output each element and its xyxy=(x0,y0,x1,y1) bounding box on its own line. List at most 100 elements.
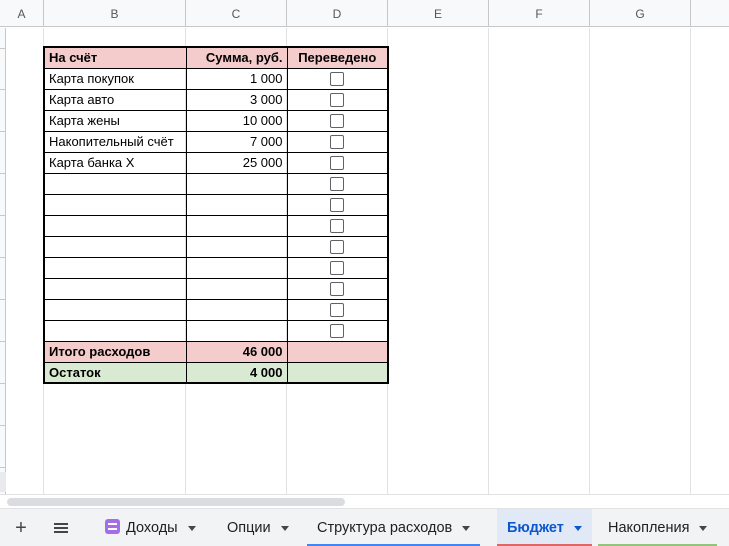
header-amount-cell[interactable]: Сумма, руб. xyxy=(185,46,288,69)
header-transferred-cell[interactable]: Переведено xyxy=(286,46,389,69)
amount-cell[interactable] xyxy=(185,256,288,279)
transferred-checkbox[interactable] xyxy=(330,261,345,276)
chevron-down-icon[interactable] xyxy=(187,525,196,531)
transferred-checkbox[interactable] xyxy=(330,324,345,339)
sheet-list-icon xyxy=(105,519,120,534)
scrollbar-thumb[interactable] xyxy=(7,498,345,506)
table-row xyxy=(43,193,389,216)
account-cell[interactable]: Накопительный счёт xyxy=(43,130,187,153)
chevron-down-icon[interactable] xyxy=(699,525,708,531)
table-header-row: На счёт Сумма, руб. Переведено xyxy=(43,46,389,69)
transferred-checkbox[interactable] xyxy=(330,303,345,318)
transferred-checkbox[interactable] xyxy=(330,93,345,108)
amount-cell[interactable]: 7 000 xyxy=(185,130,288,153)
row-divider xyxy=(0,425,6,426)
account-cell[interactable] xyxy=(43,298,187,321)
row-header-strip[interactable] xyxy=(0,28,6,494)
amount-cell[interactable] xyxy=(185,319,288,342)
total-amount-cell[interactable]: 46 000 xyxy=(185,340,288,363)
remainder-empty-cell[interactable] xyxy=(286,361,389,384)
transferred-cell xyxy=(286,277,389,300)
transferred-checkbox[interactable] xyxy=(330,156,345,171)
gridline xyxy=(690,28,691,494)
transferred-checkbox[interactable] xyxy=(330,282,345,297)
transferred-cell xyxy=(286,256,389,279)
column-header-c[interactable]: C xyxy=(186,0,287,27)
amount-cell[interactable]: 3 000 xyxy=(185,88,288,111)
tab-expense-structure[interactable]: Структура расходов xyxy=(307,509,481,546)
gridline xyxy=(589,28,590,494)
column-header-b[interactable]: B xyxy=(44,0,186,27)
account-cell[interactable] xyxy=(43,172,187,195)
amount-cell[interactable]: 25 000 xyxy=(185,151,288,174)
transferred-cell xyxy=(286,235,389,258)
amount-cell[interactable] xyxy=(185,277,288,300)
chevron-down-icon[interactable] xyxy=(280,525,289,531)
row-divider xyxy=(0,467,6,468)
spreadsheet-window: A B C D E F G На счёт Сумма, руб. Переве… xyxy=(0,0,729,546)
account-cell[interactable] xyxy=(43,256,187,279)
tab-label: Опции xyxy=(227,520,271,536)
chevron-down-icon[interactable] xyxy=(573,525,582,531)
account-cell[interactable]: Карта покупок xyxy=(43,67,187,90)
row-divider xyxy=(0,215,6,216)
chevron-down-icon[interactable] xyxy=(462,525,471,531)
tab-budget[interactable]: Бюджет xyxy=(497,509,592,546)
transferred-checkbox[interactable] xyxy=(330,198,345,213)
amount-cell[interactable]: 1 000 xyxy=(185,67,288,90)
table-row xyxy=(43,298,389,321)
account-cell[interactable] xyxy=(43,193,187,216)
column-header-a[interactable]: A xyxy=(0,0,44,27)
account-cell[interactable] xyxy=(43,277,187,300)
transferred-cell xyxy=(286,88,389,111)
row-divider xyxy=(0,89,6,90)
tab-savings[interactable]: Накопления xyxy=(598,509,718,546)
menu-icon[interactable] xyxy=(48,509,74,546)
transferred-checkbox[interactable] xyxy=(330,240,345,255)
amount-cell[interactable] xyxy=(185,172,288,195)
horizontal-scrollbar[interactable] xyxy=(0,494,729,508)
account-cell[interactable]: Карта банка Х xyxy=(43,151,187,174)
amount-cell[interactable] xyxy=(185,298,288,321)
gridline xyxy=(488,28,489,494)
header-account-cell[interactable]: На счёт xyxy=(43,46,187,69)
transferred-checkbox[interactable] xyxy=(330,72,345,87)
total-expenses-row: Итого расходов 46 000 xyxy=(43,340,389,363)
account-cell[interactable]: Карта авто xyxy=(43,88,187,111)
column-header-d[interactable]: D xyxy=(287,0,388,27)
remainder-row: Остаток 4 000 xyxy=(43,361,389,384)
transferred-checkbox[interactable] xyxy=(330,219,345,234)
amount-cell[interactable]: 10 000 xyxy=(185,109,288,132)
account-cell[interactable] xyxy=(43,235,187,258)
transferred-cell xyxy=(286,151,389,174)
tab-income[interactable]: Доходы xyxy=(95,509,206,546)
column-header-f[interactable]: F xyxy=(489,0,590,27)
account-cell[interactable] xyxy=(43,319,187,342)
table-row: Карта покупок 1 000 xyxy=(43,67,389,90)
tab-label: Бюджет xyxy=(507,520,564,536)
table-row: Карта жены 10 000 xyxy=(43,109,389,132)
column-header-g[interactable]: G xyxy=(590,0,691,27)
remainder-amount-cell[interactable]: 4 000 xyxy=(185,361,288,384)
plus-icon[interactable]: + xyxy=(8,509,34,546)
table-row xyxy=(43,214,389,237)
tab-options[interactable]: Опции xyxy=(217,509,299,546)
transferred-cell xyxy=(286,172,389,195)
total-label-cell[interactable]: Итого расходов xyxy=(43,340,187,363)
amount-cell[interactable] xyxy=(185,214,288,237)
column-header-e[interactable]: E xyxy=(388,0,489,27)
account-cell[interactable]: Карта жены xyxy=(43,109,187,132)
account-cell[interactable] xyxy=(43,214,187,237)
remainder-label-cell[interactable]: Остаток xyxy=(43,361,187,384)
transferred-checkbox[interactable] xyxy=(330,177,345,192)
amount-cell[interactable] xyxy=(185,235,288,258)
row-divider xyxy=(0,299,6,300)
transferred-checkbox[interactable] xyxy=(330,135,345,150)
total-empty-cell[interactable] xyxy=(286,340,389,363)
transferred-checkbox[interactable] xyxy=(330,114,345,129)
row-divider xyxy=(0,131,6,132)
row-divider xyxy=(0,48,6,49)
amount-cell[interactable] xyxy=(185,193,288,216)
row-divider xyxy=(0,383,6,384)
row-divider xyxy=(0,257,6,258)
